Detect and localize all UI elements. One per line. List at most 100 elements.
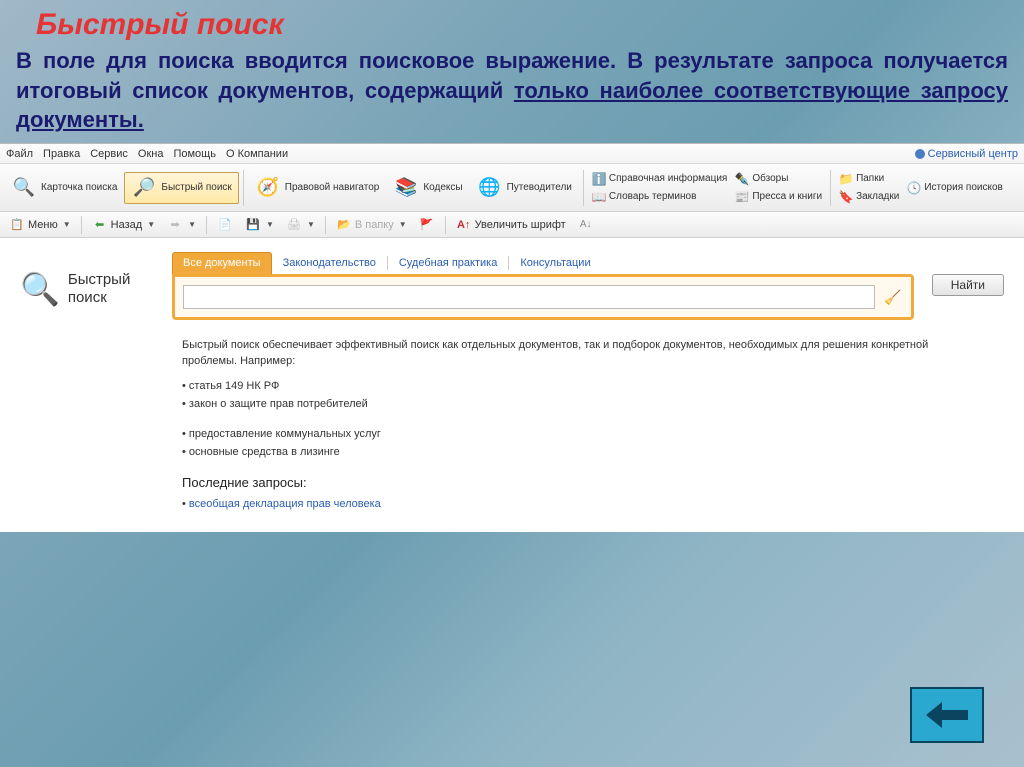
legal-nav-button[interactable]: 🧭 Правовой навигатор [248, 172, 387, 204]
tool-btn-3[interactable]: 🖨▼ [281, 215, 320, 235]
search-area: 🔍 Быстрый поиск Все документы Законодате… [0, 238, 1024, 532]
save-icon: 💾 [245, 217, 261, 233]
search-card-icon: 🔍 [11, 175, 37, 201]
reviews-label: Обзоры [752, 173, 788, 184]
search-label-text: Быстрый поиск [68, 271, 160, 307]
main-toolbar: 🔍 Карточка поиска 🔎 Быстрый поиск 🧭 Прав… [0, 164, 1024, 212]
info-icon: ℹ️ [592, 172, 606, 186]
info-button[interactable]: ℹ️Справочная информация [588, 171, 731, 187]
reviews-button[interactable]: ✒️Обзоры [731, 171, 826, 187]
recent-query-link[interactable]: всеобщая декларация прав человека [182, 497, 942, 513]
compass-icon: 🧭 [255, 175, 281, 201]
guides-label: Путеводители [507, 182, 572, 193]
bookmarks-label: Закладки [856, 191, 899, 202]
press-button[interactable]: 📰Пресса и книги [731, 189, 826, 205]
font-decrease-icon: A↓ [578, 217, 594, 233]
tab-court[interactable]: Судебная практика [388, 252, 508, 274]
prev-slide-button[interactable] [910, 687, 984, 743]
menu-help[interactable]: Помощь [173, 148, 216, 160]
input-broom-icon[interactable]: 🧹 [883, 285, 903, 309]
dict-label: Словарь терминов [609, 191, 697, 202]
guides-button[interactable]: 🌐 Путеводители [470, 172, 579, 204]
toolbar-separator [243, 170, 244, 206]
pen-icon: ✒️ [735, 172, 749, 186]
recent-queries-title: Последние запросы: [182, 474, 942, 493]
hint-item: основные средства в лизинге [182, 444, 942, 462]
forward-button[interactable]: ➡ ▼ [162, 215, 201, 235]
to-folder-label: В папку [355, 219, 394, 231]
hints-block: Быстрый поиск обеспечивает эффективный п… [182, 338, 942, 512]
find-button[interactable]: Найти [932, 274, 1004, 296]
codexes-button[interactable]: 📚 Кодексы [386, 172, 469, 204]
tool-btn-4[interactable]: 🚩 [414, 215, 440, 235]
menubar: Файл Правка Сервис Окна Помощь О Компани… [0, 144, 1024, 164]
to-folder-button[interactable]: 📂 В папку ▼ [331, 215, 412, 235]
print-icon: 🖨 [286, 217, 302, 233]
search-card-label: Карточка поиска [41, 182, 117, 193]
menu-edit[interactable]: Правка [43, 148, 80, 160]
chevron-down-icon: ▼ [63, 220, 71, 229]
service-center-label: Сервисный центр [928, 148, 1018, 160]
tab-legislation[interactable]: Законодательство [272, 252, 387, 274]
hint-item: статья 149 НК РФ [182, 378, 942, 396]
tab-consult[interactable]: Консультации [509, 252, 601, 274]
toolbar-separator [206, 216, 207, 234]
history-label: История поисков [924, 182, 1002, 193]
toolbar-separator [830, 170, 831, 206]
chevron-down-icon: ▼ [266, 220, 274, 229]
slide-title: Быстрый поиск [0, 0, 1024, 46]
menu-icon: 📋 [9, 217, 25, 233]
slide-description: В поле для поиска вводится поисковое выр… [0, 46, 1024, 143]
chevron-down-icon: ▼ [188, 220, 196, 229]
menu-label: Меню [28, 219, 58, 231]
menu-windows[interactable]: Окна [138, 148, 164, 160]
search-card-button[interactable]: 🔍 Карточка поиска [4, 172, 124, 204]
tool-btn-1[interactable]: 📄 [212, 215, 238, 235]
menu-about[interactable]: О Компании [226, 148, 288, 160]
press-label: Пресса и книги [752, 191, 822, 202]
arrow-left-icon [924, 700, 970, 730]
chevron-down-icon: ▼ [307, 220, 315, 229]
doc-icon: 📄 [217, 217, 233, 233]
folder-into-icon: 📂 [336, 217, 352, 233]
decrease-font-button[interactable]: A↓ [573, 215, 599, 235]
service-center-link[interactable]: Сервисный центр [915, 148, 1018, 160]
bookmarks-button[interactable]: 🔖Закладки [835, 189, 903, 205]
flag-icon: 🚩 [419, 217, 435, 233]
search-tabs: Все документы Законодательство Судебная … [172, 252, 914, 274]
book-icon: 📖 [592, 190, 606, 204]
legal-nav-label: Правовой навигатор [285, 182, 380, 193]
codexes-label: Кодексы [423, 182, 462, 193]
info-label: Справочная информация [609, 173, 727, 184]
increase-font-button[interactable]: A↑ Увеличить шрифт [451, 215, 571, 235]
bookmark-icon: 🔖 [839, 190, 853, 204]
hints-list-2: предоставление коммунальных услуг основн… [182, 426, 942, 462]
search-panel-label: 🔍 Быстрый поиск [20, 252, 160, 308]
hint-item: предоставление коммунальных услуг [182, 426, 942, 444]
hint-item: закон о защите прав потребителей [182, 396, 942, 414]
newspaper-icon: 📰 [735, 190, 749, 204]
toolbar-separator [325, 216, 326, 234]
folders-label: Папки [856, 173, 884, 184]
search-input[interactable] [183, 285, 875, 309]
dict-button[interactable]: 📖Словарь терминов [588, 189, 731, 205]
arrow-left-icon: ⬅ [92, 217, 108, 233]
tab-all-docs[interactable]: Все документы [172, 252, 272, 274]
folder-icon: 📁 [839, 172, 853, 186]
tool-btn-2[interactable]: 💾▼ [240, 215, 279, 235]
back-button[interactable]: ⬅ Назад ▼ [87, 215, 160, 235]
chevron-down-icon: ▼ [147, 220, 155, 229]
back-label: Назад [111, 219, 143, 231]
font-increase-icon: A↑ [456, 217, 472, 233]
quick-search-button[interactable]: 🔎 Быстрый поиск [124, 172, 238, 204]
magnifier-icon: 🔍 [20, 270, 60, 308]
hints-intro: Быстрый поиск обеспечивает эффективный п… [182, 338, 942, 370]
menu-button[interactable]: 📋 Меню ▼ [4, 215, 76, 235]
menu-service[interactable]: Сервис [90, 148, 128, 160]
history-button[interactable]: 🕓История поисков [903, 180, 1006, 196]
toolbar-separator [445, 216, 446, 234]
menu-file[interactable]: Файл [6, 148, 33, 160]
folders-button[interactable]: 📁Папки [835, 171, 903, 187]
chevron-down-icon: ▼ [399, 220, 407, 229]
increase-font-label: Увеличить шрифт [475, 219, 566, 231]
